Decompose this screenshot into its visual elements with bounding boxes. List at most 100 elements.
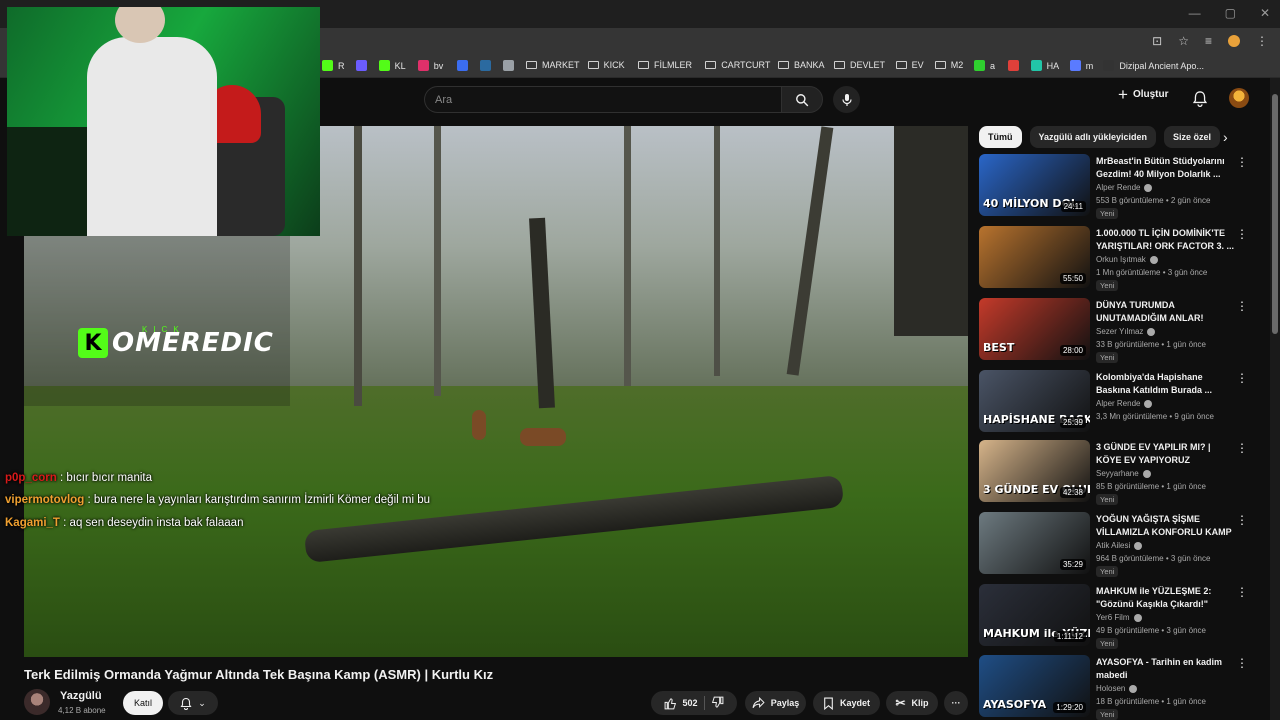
recommended-video-title[interactable]: MrBeast'in Bütün Stüdyolarını Gezdim! 40…	[1096, 155, 1236, 181]
view-count-and-age: 49 B görüntüleme • 3 gün önce	[1096, 626, 1206, 635]
recommended-channel[interactable]: Yer6 Film	[1096, 613, 1142, 622]
subscription-bell-button[interactable]: ⌄	[168, 691, 218, 715]
video-duration: 1:11:12	[1053, 631, 1086, 642]
bookmark-item[interactable]: Dizipal Ancient Apo...	[1103, 60, 1204, 71]
like-button[interactable]: 502	[664, 697, 698, 710]
chip-for-you[interactable]: Size özel	[1164, 126, 1221, 148]
bookmark-item[interactable]: MARKET	[526, 60, 580, 70]
bookmark-item[interactable]: CARTCURT	[705, 60, 770, 70]
more-options-icon[interactable]: ⋮	[1236, 228, 1248, 240]
recommended-video[interactable]: 35:29 YOĞUN YAĞIŞTA ŞİŞME VİLLAMIZLA KONF…	[979, 512, 1259, 577]
profile-avatar-icon[interactable]	[1228, 35, 1240, 47]
save-button[interactable]: Kaydet	[813, 691, 880, 715]
recommended-channel[interactable]: Sezer Yılmaz	[1096, 327, 1156, 336]
video-thumbnail[interactable]: HAPİSHANE BASKINI25:39	[979, 370, 1090, 432]
maximize-icon[interactable]: ▢	[1225, 6, 1236, 20]
bookmark-item[interactable]: M2	[934, 60, 963, 70]
recommended-video[interactable]: MAHKUM ile YÜZL 1:11:12 MAHKUM ile YÜZLEŞM…	[979, 584, 1259, 649]
recommended-video[interactable]: BEST 28:00 DÜNYA TURUMDA UNUTAMADIĞIM ANLA…	[979, 298, 1259, 363]
subscriber-count: 4,12 B abone	[58, 706, 106, 715]
more-options-icon[interactable]: ⋮	[1236, 442, 1248, 454]
video-thumbnail[interactable]: AYASOFYA 1:29:20	[979, 655, 1090, 717]
video-thumbnail[interactable]: BEST 28:00	[979, 298, 1090, 360]
scrollbar-thumb[interactable]	[1272, 94, 1278, 334]
recommended-video-title[interactable]: 3 GÜNDE EV YAPILIR MI? | KÖYE EV YAPIYOR…	[1096, 441, 1236, 467]
more-options-icon[interactable]: ⋮	[1236, 372, 1248, 384]
media-controls-icon[interactable]: ≡	[1205, 34, 1212, 48]
install-app-icon[interactable]: ⊡	[1152, 34, 1162, 48]
more-options-icon[interactable]: ⋮	[1236, 156, 1248, 168]
video-thumbnail[interactable]: 3 GÜNDE EV OLUR MU?42:38	[979, 440, 1090, 502]
page-scrollbar[interactable]	[1270, 78, 1280, 720]
join-button[interactable]: Katıl	[123, 691, 163, 715]
bookmark-item[interactable]: a	[974, 60, 995, 71]
more-options-icon[interactable]: ⋮	[1236, 657, 1248, 669]
dislike-button[interactable]	[711, 696, 724, 711]
recommended-video-title[interactable]: 1.000.000 TL İÇİN DOMİNİK'TE YARIŞTILAR!…	[1096, 227, 1236, 253]
recommended-channel[interactable]: Alper Rende	[1096, 399, 1153, 408]
recommended-channel[interactable]: Atik Ailesi	[1096, 541, 1143, 550]
bookmark-item[interactable]: KICK	[587, 60, 625, 70]
bookmark-item[interactable]: DEVLET	[834, 60, 885, 70]
video-thumbnail[interactable]: MAHKUM ile YÜZL 1:11:12	[979, 584, 1090, 646]
video-duration: 1:29:20	[1053, 702, 1086, 713]
recommended-channel[interactable]: Alper Rende	[1096, 183, 1153, 192]
recommended-video-title[interactable]: Kolombiya'da Hapishane Baskına Katıldım …	[1096, 371, 1236, 397]
recommended-channel[interactable]: Orkun Işıtmak	[1096, 255, 1158, 264]
voice-search-button[interactable]	[833, 86, 860, 113]
create-button[interactable]: + Oluştur	[1118, 86, 1169, 103]
recommended-video-title[interactable]: DÜNYA TURUMDA UNUTAMADIĞIM ANLAR!	[1096, 299, 1236, 325]
recommended-video[interactable]: 55:50 1.000.000 TL İÇİN DOMİNİK'TE YARIŞT…	[979, 226, 1259, 291]
bookmark-item[interactable]	[457, 60, 473, 71]
recommended-video-title[interactable]: AYASOFYA - Tarihin en kadim mabedi	[1096, 656, 1236, 682]
bookmark-label: CARTCURT	[721, 60, 771, 70]
video-duration: 24:11	[1060, 201, 1086, 212]
search-button[interactable]	[781, 86, 823, 113]
search-input[interactable]	[435, 93, 781, 106]
chevron-right-icon[interactable]: ›	[1223, 129, 1228, 145]
bookmark-item[interactable]	[1007, 60, 1024, 71]
more-options-icon[interactable]: ⋮	[1236, 586, 1248, 598]
clip-button[interactable]: ✂ Klip	[886, 691, 938, 715]
video-duration: 28:00	[1059, 345, 1086, 356]
account-avatar[interactable]	[1229, 88, 1249, 108]
browser-menu-icon[interactable]: ⋮	[1256, 34, 1268, 48]
recommended-video[interactable]: 40 MİLYON DOL 24:11 MrBeast'in Bütün Stüdy…	[979, 154, 1259, 219]
recommended-video-title[interactable]: MAHKUM ile YÜZLEŞME 2: "Gözünü Kaşıkla Ç…	[1096, 585, 1236, 611]
bookmark-item[interactable]: m	[1069, 60, 1093, 71]
bookmark-item[interactable]: KL	[378, 60, 406, 71]
chat-message: : bıcır bıcır manita	[59, 472, 152, 484]
video-thumbnail[interactable]: 35:29	[979, 512, 1090, 574]
notifications-button[interactable]	[1192, 90, 1208, 112]
bookmark-item[interactable]: bv	[417, 60, 443, 71]
recommended-channel[interactable]: Seyyarhane	[1096, 469, 1151, 478]
recommended-channel[interactable]: Holosen	[1096, 684, 1138, 693]
bookmark-item[interactable]	[355, 60, 372, 71]
bookmark-item[interactable]: FİLMLER	[638, 60, 692, 70]
recommended-video[interactable]: HAPİSHANE BASKINI25:39Kolombiya'da Hapis…	[979, 370, 1259, 434]
video-thumbnail[interactable]: 55:50	[979, 226, 1090, 288]
bookmark-item[interactable]	[480, 60, 496, 71]
recommended-video-title[interactable]: YOĞUN YAĞIŞTA ŞİŞME VİLLAMIZLA KONFORLU …	[1096, 513, 1236, 539]
minimize-icon[interactable]: —	[1189, 6, 1201, 20]
more-options-icon[interactable]: ⋮	[1236, 514, 1248, 526]
channel-name[interactable]: Yazgülü	[60, 690, 102, 702]
recommended-video[interactable]: 3 GÜNDE EV OLUR MU?42:383 GÜNDE EV YAPIL…	[979, 440, 1259, 505]
bookmark-item[interactable]: HA	[1030, 60, 1059, 71]
bookmark-item[interactable]: EV	[895, 60, 924, 70]
chip-all[interactable]: Tümü	[979, 126, 1022, 148]
chip-from-uploader[interactable]: Yazgülü adlı yükleyiciden	[1029, 126, 1157, 148]
bookmark-label: DEVLET	[850, 60, 886, 70]
bookmark-item[interactable]: R	[322, 60, 345, 71]
channel-avatar[interactable]	[24, 689, 50, 715]
recommended-video[interactable]: AYASOFYA 1:29:20 AYASOFYA - Tarihin en kad…	[979, 655, 1259, 720]
bookmark-item[interactable]: BANKA	[778, 60, 825, 70]
address-bar-actions: ⊡ ☆ ≡ ⋮	[1152, 34, 1268, 48]
close-icon[interactable]: ✕	[1260, 6, 1270, 20]
video-thumbnail[interactable]: 40 MİLYON DOL 24:11	[979, 154, 1090, 216]
share-button[interactable]: Paylaş	[745, 691, 806, 715]
more-options-icon[interactable]: ⋮	[1236, 300, 1248, 312]
more-actions-button[interactable]: ···	[944, 691, 968, 715]
bookmark-star-icon[interactable]: ☆	[1178, 34, 1189, 48]
bookmark-item[interactable]	[503, 60, 519, 71]
